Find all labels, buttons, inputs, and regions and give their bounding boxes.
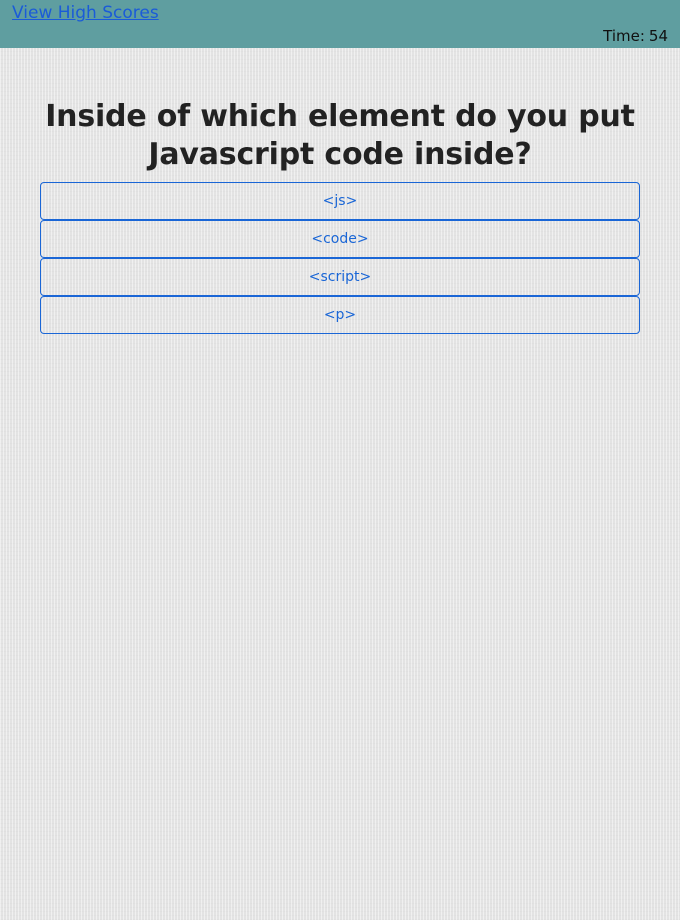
question-text: Inside of which element do you put Javas… [45,99,635,172]
answer-list: <js> <code> <script> <p> [40,182,640,334]
answer-button-js[interactable]: <js> [40,182,640,220]
top-bar: View High Scores Time: 54 [0,0,680,48]
quiz-panel: Inside of which element do you put Javas… [40,98,640,334]
answer-button-p[interactable]: <p> [40,296,640,334]
answer-button-code[interactable]: <code> [40,220,640,258]
timer-value: 54 [648,27,668,45]
timer: Time: 54 [603,26,668,46]
view-high-scores-link[interactable]: View High Scores [12,2,159,24]
timer-label: Time: [603,27,645,45]
answer-button-script[interactable]: <script> [40,258,640,296]
